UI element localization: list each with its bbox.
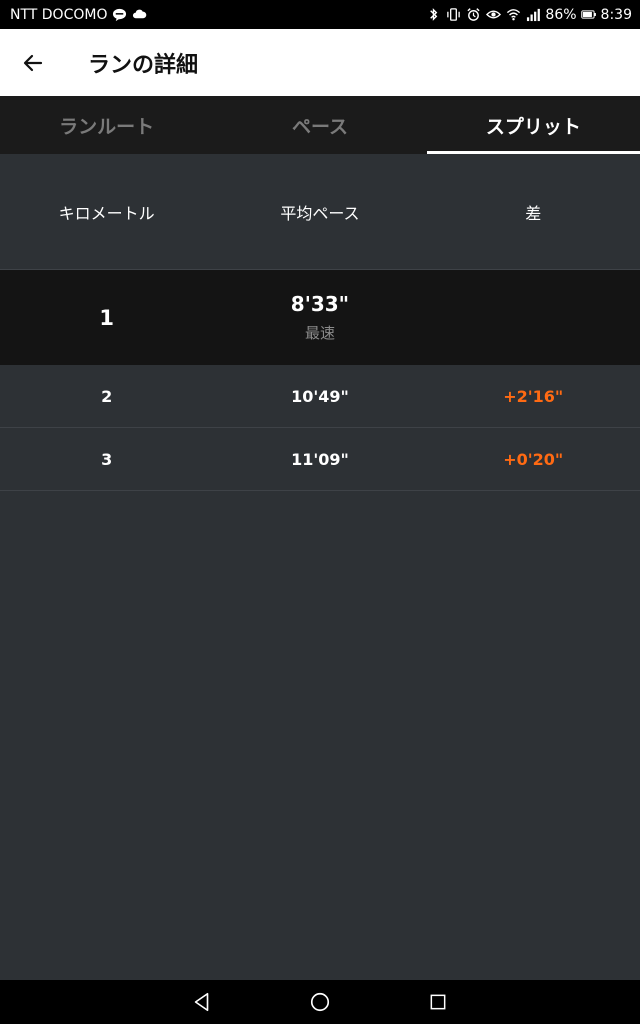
wifi-icon: [505, 7, 521, 23]
battery-icon: [580, 7, 597, 23]
nav-recents-icon: [430, 994, 446, 1010]
split-km: 1: [99, 305, 114, 330]
status-bar-left: NTT DOCOMO: [10, 7, 147, 23]
bluetooth-icon: [425, 7, 441, 23]
tab-bar: ランルート ペース スプリット: [0, 96, 640, 154]
table-row: 2 10'49" +2'16": [0, 365, 640, 428]
eye-comfort-icon: [485, 7, 501, 23]
split-km: 2: [101, 386, 113, 406]
page-title: ランの詳細: [88, 52, 199, 78]
split-km: 3: [101, 449, 113, 469]
carrier-label: NTT DOCOMO: [10, 6, 108, 23]
split-pace-cell: 8'33" 最速: [213, 292, 426, 343]
clock: 8:39: [600, 6, 632, 23]
nav-home-icon: [310, 992, 330, 1012]
nav-recents-button[interactable]: [424, 988, 452, 1016]
header-difference: 差: [525, 203, 542, 223]
status-bar: NTT DOCOMO 86% 8:39: [0, 0, 640, 29]
nav-back-button[interactable]: [188, 988, 216, 1016]
back-arrow-icon: [23, 54, 43, 71]
nav-back-icon: [194, 992, 209, 1012]
signal-icon: [525, 7, 541, 23]
vibrate-icon: [445, 7, 461, 23]
table-row: 1 8'33" 最速: [0, 270, 640, 365]
back-button[interactable]: [16, 46, 50, 80]
split-diff: +2'16": [503, 386, 564, 406]
system-nav-bar: [0, 980, 640, 1024]
tab-route[interactable]: ランルート: [0, 96, 213, 154]
splits-table-header: キロメートル 平均ペース 差: [0, 154, 640, 270]
nav-home-button[interactable]: [306, 988, 334, 1016]
tab-splits[interactable]: スプリット: [426, 96, 640, 154]
split-pace: 10'49": [291, 386, 349, 406]
table-row: 3 11'09" +0'20": [0, 428, 640, 491]
alarm-icon: [465, 7, 481, 23]
fastest-label: 最速: [304, 324, 335, 342]
line-app-icon: [111, 7, 127, 23]
split-pace: 11'09": [291, 449, 349, 469]
status-bar-right: 86% 8:39: [425, 7, 632, 23]
app-bar: ランの詳細: [0, 29, 640, 96]
cloud-icon: [131, 7, 147, 23]
tab-pace[interactable]: ペース: [213, 96, 426, 154]
split-pace: 8'33": [290, 292, 350, 316]
battery-percent: 86%: [545, 6, 577, 23]
header-kilometer: キロメートル: [58, 203, 155, 223]
header-average-pace: 平均ペース: [280, 203, 360, 223]
split-diff: +0'20": [503, 449, 564, 469]
